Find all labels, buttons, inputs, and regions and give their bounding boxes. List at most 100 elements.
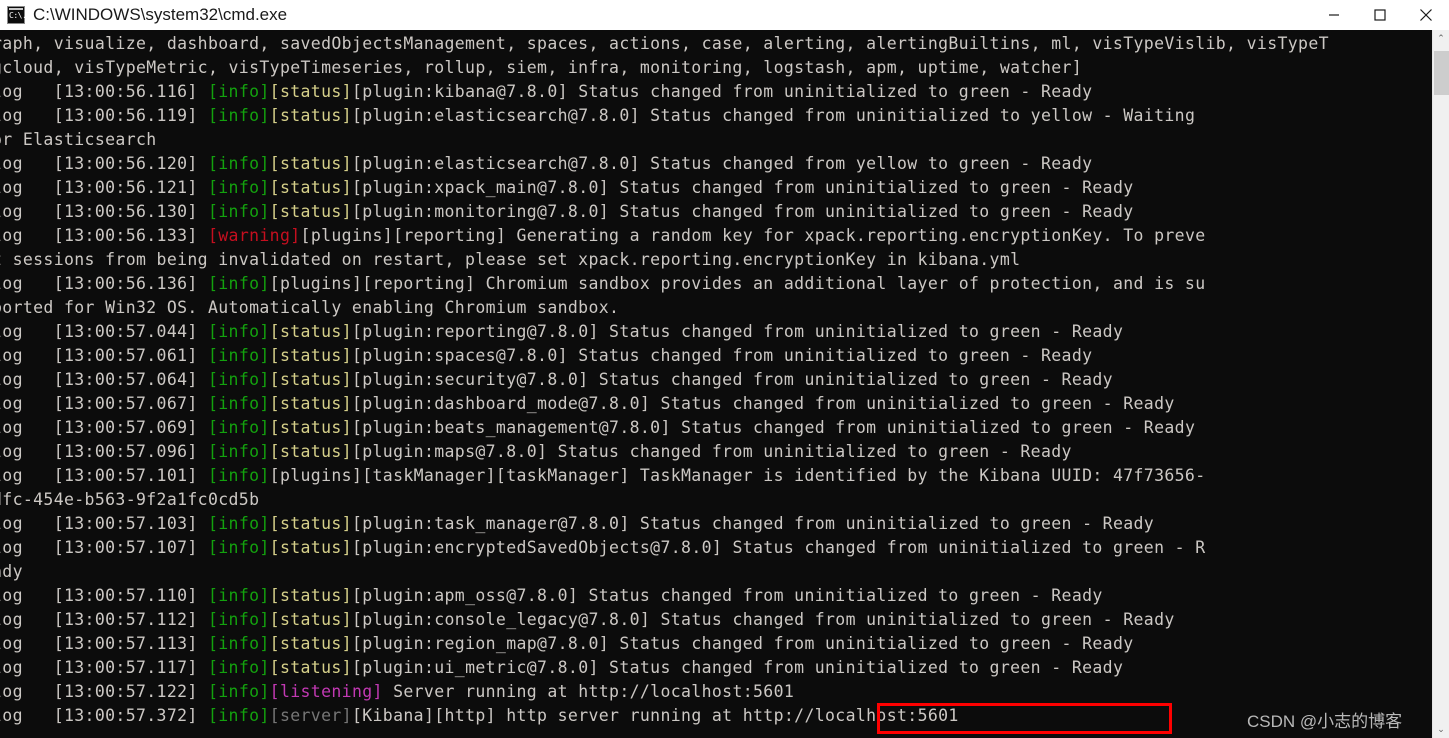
console-segment: [info] bbox=[207, 466, 270, 485]
csdn-watermark: CSDN @小志的博客 bbox=[1247, 712, 1403, 731]
console-segment: [plugin:spaces@7.8.0] Status changed fro… bbox=[351, 346, 1093, 365]
console-segment: [status] bbox=[269, 322, 352, 341]
console-segment: log [13:00:57.107] bbox=[0, 538, 208, 557]
title-bar[interactable]: C:\. C:\WINDOWS\system32\cmd.exe bbox=[0, 0, 1449, 30]
console-segment: log [13:00:56.130] bbox=[0, 202, 208, 221]
console-segment: log [13:00:56.121] bbox=[0, 178, 208, 197]
terminal-output-area[interactable]: raph, visualize, dashboard, savedObjects… bbox=[0, 30, 1432, 738]
cmd-exe-icon: C:\. bbox=[7, 6, 27, 24]
console-segment: [status] bbox=[269, 634, 352, 653]
scrollbar-thumb[interactable] bbox=[1434, 51, 1449, 95]
console-segment: [status] bbox=[269, 586, 352, 605]
console-segment: [listening] bbox=[269, 682, 383, 701]
console-line: log [13:00:56.119] [info][status][plugin… bbox=[0, 104, 1432, 128]
console-segment: [warning] bbox=[207, 226, 301, 245]
console-segment: [plugin:kibana@7.8.0] Status changed fro… bbox=[351, 82, 1093, 101]
scroll-up-arrow-icon[interactable]: ⌃ bbox=[1433, 30, 1449, 47]
console-segment: log [13:00:57.112] bbox=[0, 610, 208, 629]
console-segment: [info] bbox=[207, 394, 270, 413]
minimize-button[interactable] bbox=[1311, 0, 1357, 30]
console-segment: [status] bbox=[269, 202, 352, 221]
console-segment: [status] bbox=[269, 154, 352, 173]
scroll-down-arrow-icon[interactable]: ⌄ bbox=[1433, 721, 1449, 738]
console-segment: dfc-454e-b563-9f2a1fc0cd5b bbox=[0, 490, 260, 509]
console-segment: log [13:00:56.120] bbox=[0, 154, 208, 173]
console-segment: ported for Win32 OS. Automatically enabl… bbox=[0, 298, 620, 317]
console-segment: [status] bbox=[269, 106, 352, 125]
console-segment: [plugin:maps@7.8.0] Status changed from … bbox=[351, 442, 1072, 461]
console-segment: log [13:00:57.044] bbox=[0, 322, 208, 341]
console-segment: [plugin:beats_management@7.8.0] Status c… bbox=[351, 418, 1196, 437]
console-segment: [info] bbox=[207, 442, 270, 461]
console-segment: [plugin:encryptedSavedObjects@7.8.0] Sta… bbox=[351, 538, 1206, 557]
console-segment: log [13:00:57.372] bbox=[0, 706, 208, 725]
console-line: log [13:00:56.116] [info][status][plugin… bbox=[0, 80, 1432, 104]
console-line: t sessions from being invalidated on res… bbox=[0, 248, 1432, 272]
console-line: log [13:00:57.372] [info][server][Kibana… bbox=[0, 704, 1432, 728]
console-segment: [status] bbox=[269, 514, 352, 533]
console-segment: [plugin:reporting@7.8.0] Status changed … bbox=[351, 322, 1124, 341]
console-line: log [13:00:56.130] [info][status][plugin… bbox=[0, 200, 1432, 224]
console-line: log [13:00:57.069] [info][status][plugin… bbox=[0, 416, 1432, 440]
console-segment: log [13:00:57.101] bbox=[0, 466, 208, 485]
console-segment: [status] bbox=[269, 418, 352, 437]
console-segment: log [13:00:57.113] bbox=[0, 634, 208, 653]
console-line: log [13:00:57.112] [info][status][plugin… bbox=[0, 608, 1432, 632]
console-line: log [13:00:56.121] [info][status][plugin… bbox=[0, 176, 1432, 200]
console-segment: [plugin:console_legacy@7.8.0] Status cha… bbox=[351, 610, 1175, 629]
console-segment: log [13:00:56.116] bbox=[0, 82, 208, 101]
console-line: log [13:00:56.133] [warning][plugins][re… bbox=[0, 224, 1432, 248]
vertical-scrollbar[interactable]: ⌃ ⌄ bbox=[1432, 30, 1449, 738]
console-segment: [plugins][reporting] Chromium sandbox pr… bbox=[269, 274, 1206, 293]
console-line: ported for Win32 OS. Automatically enabl… bbox=[0, 296, 1432, 320]
console-segment: [status] bbox=[269, 82, 352, 101]
console-segment: log [13:00:57.069] bbox=[0, 418, 208, 437]
console-segment: [plugin:dashboard_mode@7.8.0] Status cha… bbox=[351, 394, 1175, 413]
console-segment: log [13:00:57.122] bbox=[0, 682, 208, 701]
console-line: dfc-454e-b563-9f2a1fc0cd5b bbox=[0, 488, 1432, 512]
console-segment: [status] bbox=[269, 658, 352, 677]
console-line: raph, visualize, dashboard, savedObjects… bbox=[0, 32, 1432, 56]
console-line: log [13:00:57.117] [info][status][plugin… bbox=[0, 656, 1432, 680]
console-segment: [status] bbox=[269, 538, 352, 557]
console-segment: [status] bbox=[269, 346, 352, 365]
console-segment: [plugin:elasticsearch@7.8.0] Status chan… bbox=[351, 106, 1196, 125]
console-segment: log [13:00:57.096] bbox=[0, 442, 208, 461]
console-line: log [13:00:57.096] [info][status][plugin… bbox=[0, 440, 1432, 464]
console-segment: log [13:00:57.117] bbox=[0, 658, 208, 677]
console-segment: log [13:00:57.110] bbox=[0, 586, 208, 605]
console-segment: [info] bbox=[207, 274, 270, 293]
console-log-lines: raph, visualize, dashboard, savedObjects… bbox=[0, 32, 1432, 728]
console-segment: [plugins][taskManager][taskManager] Task… bbox=[269, 466, 1206, 485]
console-line: log [13:00:57.101] [info][plugins][taskM… bbox=[0, 464, 1432, 488]
console-segment: [info] bbox=[207, 538, 270, 557]
console-segment: [info] bbox=[207, 178, 270, 197]
console-line: log [13:00:56.120] [info][status][plugin… bbox=[0, 152, 1432, 176]
console-segment: [plugin:monitoring@7.8.0] Status changed… bbox=[351, 202, 1134, 221]
console-segment: [plugin:region_map@7.8.0] Status changed… bbox=[351, 634, 1134, 653]
console-segment: [plugin:apm_oss@7.8.0] Status changed fr… bbox=[351, 586, 1103, 605]
console-line: log [13:00:57.110] [info][status][plugin… bbox=[0, 584, 1432, 608]
cmd-window: C:\. C:\WINDOWS\system32\cmd.exe raph, v… bbox=[0, 0, 1449, 738]
console-segment: or Elasticsearch bbox=[0, 130, 157, 149]
window-title: C:\WINDOWS\system32\cmd.exe bbox=[33, 5, 288, 24]
console-line: log [13:00:57.103] [info][status][plugin… bbox=[0, 512, 1432, 536]
console-segment: [plugin:ui_metric@7.8.0] Status changed … bbox=[351, 658, 1124, 677]
console-segment: log [13:00:56.119] bbox=[0, 106, 208, 125]
console-segment: [plugin:task_manager@7.8.0] Status chang… bbox=[351, 514, 1155, 533]
console-segment: [info] bbox=[207, 514, 270, 533]
console-line: log [13:00:57.044] [info][status][plugin… bbox=[0, 320, 1432, 344]
close-button[interactable] bbox=[1403, 0, 1449, 30]
console-line: log [13:00:57.067] [info][status][plugin… bbox=[0, 392, 1432, 416]
console-segment: [plugins][reporting] Generating a random… bbox=[300, 226, 1206, 245]
console-line: log [13:00:57.107] [info][status][plugin… bbox=[0, 536, 1432, 560]
maximize-button[interactable] bbox=[1357, 0, 1403, 30]
console-line: log [13:00:56.136] [info][plugins][repor… bbox=[0, 272, 1432, 296]
console-segment: [status] bbox=[269, 442, 352, 461]
console-segment: log [13:00:57.103] bbox=[0, 514, 208, 533]
console-segment: [plugin:xpack_main@7.8.0] Status changed… bbox=[351, 178, 1134, 197]
console-segment: [status] bbox=[269, 178, 352, 197]
console-line: or Elasticsearch bbox=[0, 128, 1432, 152]
console-segment: log [13:00:57.064] bbox=[0, 370, 208, 389]
console-segment: log [13:00:56.133] bbox=[0, 226, 208, 245]
